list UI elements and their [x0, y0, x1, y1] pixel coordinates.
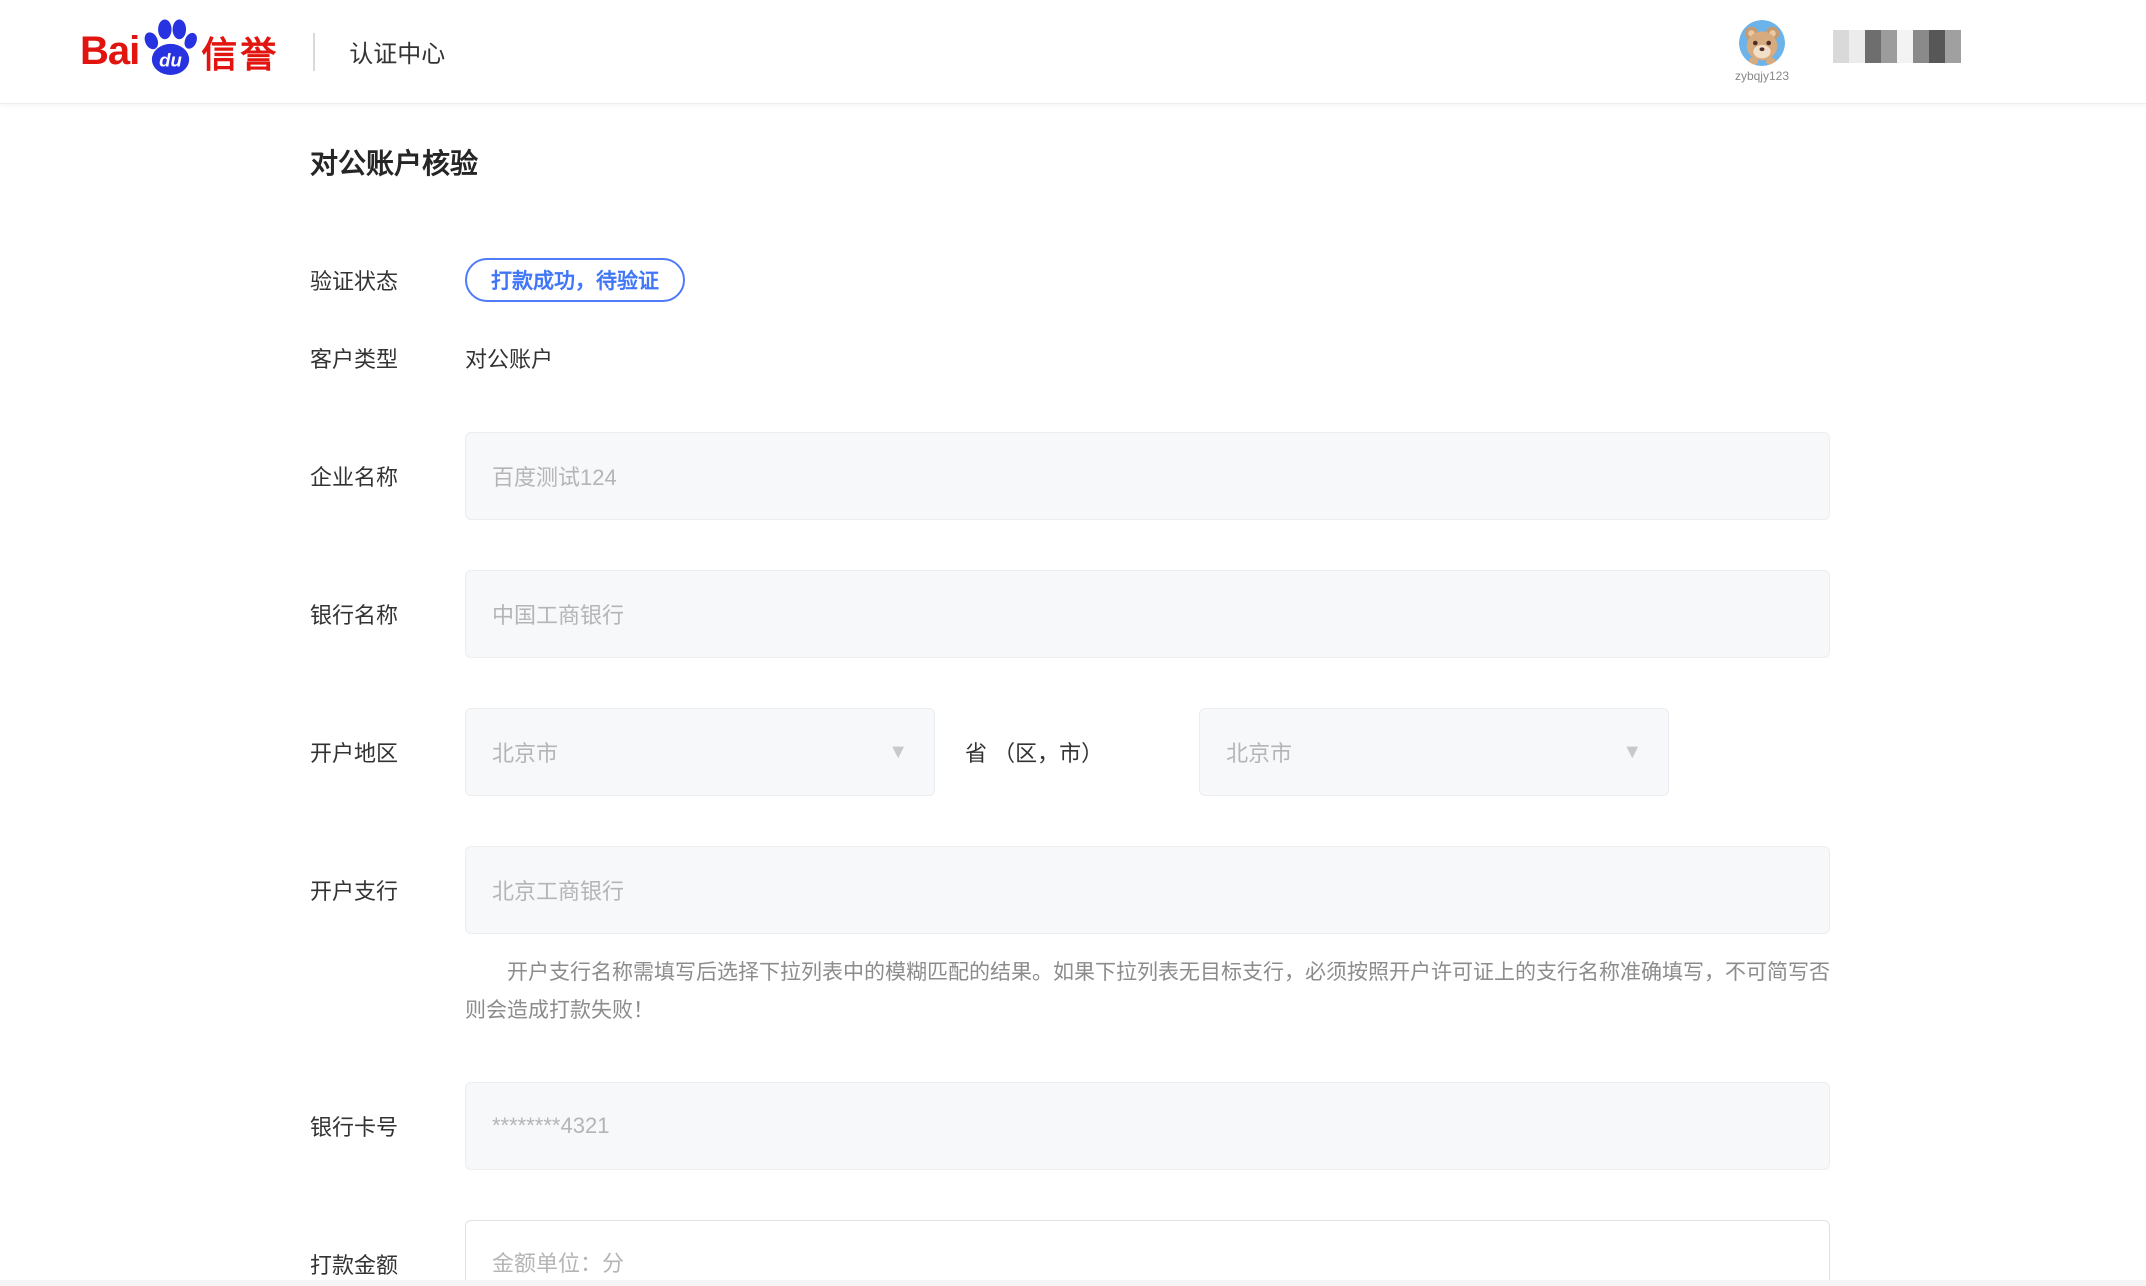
bank-region-label: 开户地区	[310, 736, 465, 768]
company-name-label: 企业名称	[310, 460, 465, 492]
logo-text-du: du	[159, 49, 182, 70]
city-select: 北京市 ▼	[1199, 708, 1669, 796]
bear-avatar-icon	[1739, 20, 1785, 66]
chevron-down-icon: ▼	[1622, 742, 1642, 762]
branch-row: 开户支行	[310, 846, 2146, 934]
company-name-input	[465, 432, 1830, 520]
page-title: 对公账户核验	[310, 142, 2146, 182]
bank-name-label: 银行名称	[310, 598, 465, 630]
card-number-label: 银行卡号	[310, 1110, 465, 1142]
province-select-value: 北京市	[492, 736, 558, 768]
verification-form: 对公账户核验 验证状态 打款成功，待验证 客户类型 对公账户 企业名称 银行名称…	[0, 104, 2146, 1286]
branch-input	[465, 846, 1830, 934]
region-separator-label: 省 （区，市）	[965, 736, 1103, 768]
status-row: 验证状态 打款成功，待验证	[310, 258, 2146, 302]
customer-type-label: 客户类型	[310, 342, 465, 374]
bank-region-row: 开户地区 北京市 ▼ 省 （区，市） 北京市 ▼	[310, 708, 2146, 796]
header-user-area: zybqjy123	[1735, 20, 1961, 83]
nav-title: 认证中心	[349, 34, 445, 69]
bank-name-input	[465, 570, 1830, 658]
amount-label: 打款金额	[310, 1248, 465, 1280]
page-bottom-edge	[0, 1280, 2146, 1286]
top-header: Bai du 信誉 认证中心	[0, 0, 2146, 104]
bank-name-row: 银行名称	[310, 570, 2146, 658]
card-number-input	[465, 1082, 1830, 1170]
customer-type-value: 对公账户	[465, 342, 553, 374]
logo-text-xinyu: 信誉	[201, 26, 279, 78]
company-name-row: 企业名称	[310, 432, 2146, 520]
customer-type-row: 客户类型 对公账户	[310, 342, 2146, 374]
city-select-value: 北京市	[1226, 736, 1292, 768]
redacted-username	[1833, 30, 1961, 63]
card-number-row: 银行卡号	[310, 1082, 2146, 1170]
logo-text-bai: Bai	[80, 29, 139, 74]
baidu-xinyu-logo[interactable]: Bai du 信誉	[80, 26, 279, 78]
username-label: zybqjy123	[1735, 69, 1789, 83]
status-badge: 打款成功，待验证	[465, 258, 685, 302]
baidu-paw-icon: du	[141, 18, 199, 76]
chevron-down-icon: ▼	[888, 742, 908, 762]
amount-input[interactable]	[465, 1220, 1830, 1286]
status-label: 验证状态	[310, 264, 465, 296]
amount-row: 打款金额	[310, 1220, 2146, 1286]
user-avatar[interactable]	[1739, 20, 1785, 66]
branch-hint-text: 开户支行名称需填写后选择下拉列表中的模糊匹配的结果。如果下拉列表无目标支行，必须…	[465, 954, 1830, 1030]
branch-label: 开户支行	[310, 874, 465, 906]
header-divider	[313, 33, 315, 71]
province-select: 北京市 ▼	[465, 708, 935, 796]
user-profile[interactable]: zybqjy123	[1735, 20, 1789, 83]
